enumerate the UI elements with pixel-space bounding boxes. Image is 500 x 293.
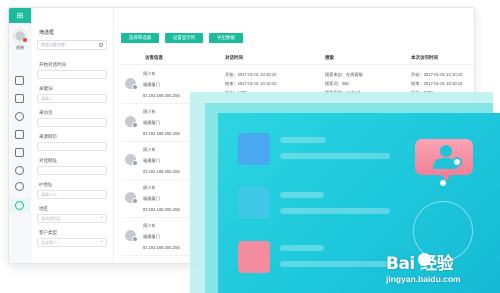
settings-icon[interactable]	[15, 201, 24, 210]
visitor-ip: ID:192.168.255.255	[143, 131, 180, 136]
card-square-blue	[238, 133, 270, 165]
visitor-location: 福建厦门	[143, 196, 160, 201]
filter-region-select[interactable]: 请选择地区	[37, 214, 107, 223]
filter-label-keyword: 关键词	[39, 86, 53, 91]
card-bar	[280, 245, 324, 251]
visit-time-line: 开始：2017-01-01 10:10:10	[411, 72, 463, 77]
visitor-ip: ID:192.168.255.255	[143, 245, 180, 250]
header-visit-time: 本次访问时间	[411, 55, 438, 60]
filter-label-customer-type: 客户类型	[39, 230, 57, 235]
app-logo[interactable]: ⊞	[9, 8, 31, 23]
mail-icon[interactable]	[15, 148, 24, 157]
visitor-name: 周少东	[143, 223, 156, 228]
filter-search-placeholder: 搜索访客名称	[41, 42, 65, 47]
filter-ip-input[interactable]: 请输入IP	[37, 190, 107, 199]
card-bar	[280, 192, 324, 198]
visitor-name: 周少东	[143, 109, 156, 114]
header-chat-time: 对话时间	[225, 55, 243, 60]
baidu-watermark: Bai 经验 jingyan.baidu.com	[382, 247, 500, 293]
chat-time-line: 开始：2017-01-01 10:10:10	[225, 72, 277, 77]
filter-title: 筛选框	[39, 30, 55, 36]
filter-customer-type-select[interactable]: 全部客户	[37, 238, 107, 247]
watermark-url: jingyan.baidu.com	[386, 274, 461, 284]
search-icon[interactable]	[99, 43, 103, 47]
copy-icon[interactable]	[15, 130, 24, 139]
file-icon[interactable]	[15, 94, 24, 103]
filter-chat-url-input[interactable]	[37, 166, 107, 175]
header-visitor-info: 访客信息	[145, 55, 163, 60]
card-bar	[280, 137, 326, 143]
clock-icon[interactable]	[15, 112, 24, 121]
chat-time-line: 结束：2017-01-01 10:10:10	[225, 81, 277, 86]
user-name: 周晓	[16, 45, 24, 50]
screenshot-stage: ⊞ 周晓 筛选框 搜索访客名称 开始对话时间 关键词 请输入 来访页 来源网页 …	[0, 0, 500, 293]
user-avatar[interactable]	[14, 30, 27, 42]
icon-rail: ⊞ 周晓	[9, 8, 31, 263]
filter-label-visit-page: 来访页	[39, 110, 53, 115]
select-filter-button[interactable]: 选择筛选器	[121, 33, 159, 43]
visitor-location: 福建厦门	[143, 82, 160, 87]
filter-visit-page-input[interactable]	[37, 118, 107, 127]
visitor-ip: ID:192.168.255.255	[143, 93, 180, 98]
header-search: 搜索	[325, 55, 334, 60]
person-head-icon	[440, 145, 452, 157]
card-bar	[280, 153, 390, 159]
visitor-ip: ID:192.168.255.255	[143, 207, 180, 212]
chat-icon[interactable]	[15, 166, 24, 175]
home-icon[interactable]	[15, 76, 24, 85]
filter-panel: 筛选框 搜索访客名称 开始对话时间 关键词 请输入 来访页 来源网页 对话网址 …	[32, 8, 114, 263]
set-columns-button[interactable]: 设置显示列	[165, 33, 203, 43]
filter-label-chat-url: 对话网址	[39, 158, 57, 163]
filter-search-input[interactable]: 搜索访客名称	[37, 40, 107, 50]
filter-label-region: 地区	[39, 206, 48, 211]
visitor-name: 周少东	[143, 185, 156, 190]
filter-keyword-input[interactable]: 请输入	[37, 94, 107, 103]
visitor-location: 福建厦门	[143, 234, 160, 239]
export-data-button[interactable]: 导出数据	[209, 33, 243, 43]
filter-start-time-input[interactable]	[37, 70, 107, 79]
card-square-cyan	[238, 187, 270, 219]
card-square-pink	[238, 241, 270, 273]
visitor-avatar	[125, 192, 138, 204]
search-info-line: 搜索来自：在线客服	[325, 72, 363, 77]
paw-icon	[418, 253, 431, 266]
visitor-avatar	[125, 154, 138, 166]
search-info-line: 搜索词：360	[325, 81, 349, 86]
visitor-location: 福建厦门	[143, 120, 160, 125]
visitor-location: 福建厦门	[143, 158, 160, 163]
person-badge-icon	[452, 157, 462, 167]
filter-label-start-time: 开始对话时间	[39, 62, 66, 67]
filter-label-ip: IP地址	[39, 182, 53, 187]
header-divider	[121, 64, 474, 65]
filter-label-source-page: 来源网页	[39, 134, 57, 139]
user-icon[interactable]	[15, 182, 24, 191]
visitor-avatar	[125, 230, 138, 242]
visitor-avatar	[125, 78, 138, 90]
visitor-name: 周少东	[143, 71, 156, 76]
visitor-name: 周少东	[143, 147, 156, 152]
visitor-avatar	[125, 116, 138, 128]
visit-time-line: 结束：2017-01-01 10:10:10	[411, 81, 463, 86]
visitor-ip: ID:192.168.255.255	[143, 169, 180, 174]
filter-source-page-input[interactable]	[37, 142, 107, 151]
bubble-dot	[440, 180, 446, 186]
card-bar	[280, 261, 390, 267]
card-bar	[280, 208, 390, 214]
